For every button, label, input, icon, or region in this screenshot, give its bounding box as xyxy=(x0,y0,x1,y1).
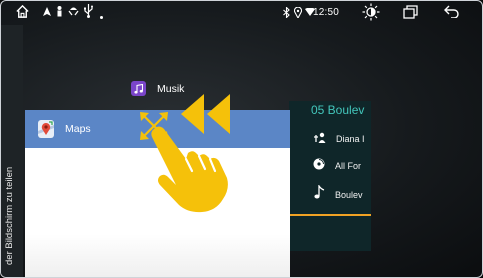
pointing-hand-icon xyxy=(148,123,230,218)
location-pin-icon xyxy=(293,6,303,21)
music-note-icon xyxy=(131,81,146,96)
location-arrow-icon xyxy=(43,7,51,19)
album-label: All For xyxy=(335,161,362,171)
artist-row: Diana I xyxy=(313,130,365,148)
bluetooth-icon xyxy=(283,6,290,21)
back-icon[interactable] xyxy=(444,5,459,21)
song-label: Boulev xyxy=(335,189,363,200)
status-time: 12:50 xyxy=(313,7,340,18)
recents-icon[interactable] xyxy=(403,5,418,22)
album-row: All For xyxy=(313,157,361,175)
screen-frame: 12:50 der Bildschirm zu teilen Musik 05 … xyxy=(0,0,483,278)
song-row: Boulev xyxy=(313,183,363,204)
maps-card-label: Maps xyxy=(65,123,91,135)
split-screen-drop-zone[interactable]: der Bildschirm zu teilen xyxy=(1,25,23,277)
split-screen-hint: der Bildschirm zu teilen xyxy=(4,166,15,265)
ufo-icon xyxy=(68,6,79,19)
song-title: 05 Boulev xyxy=(311,103,365,117)
playback-progress-bar xyxy=(289,214,371,216)
musik-card-label: Musik xyxy=(157,82,185,95)
musik-card-preview[interactable]: 05 Boulev Diana I All For Boulev xyxy=(289,101,371,251)
musik-card-header[interactable]: Musik xyxy=(131,81,184,96)
dot-icon xyxy=(100,11,103,22)
maps-pin-icon xyxy=(38,120,54,143)
status-bar: 12:50 xyxy=(1,1,482,25)
home-icon[interactable] xyxy=(15,4,30,22)
person-icon xyxy=(56,6,63,20)
artist-icon xyxy=(313,130,326,148)
usb-icon xyxy=(83,4,94,21)
artist-label: Diana I xyxy=(336,134,365,144)
brightness-icon[interactable] xyxy=(362,3,380,24)
album-icon xyxy=(313,157,325,175)
song-note-icon xyxy=(313,183,325,204)
